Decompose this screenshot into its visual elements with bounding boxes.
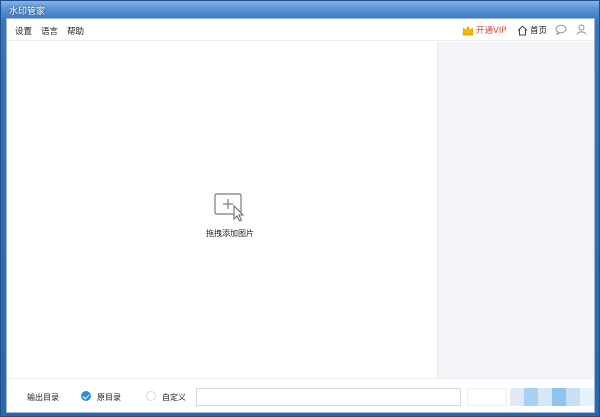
- vip-button[interactable]: 开通VIP: [462, 23, 506, 37]
- title-bar[interactable]: 水印管家: [1, 1, 599, 18]
- output-bar: 输出目录 原目录 自定义: [7, 378, 594, 412]
- add-image-target[interactable]: 拖拽添加图片: [185, 192, 275, 262]
- blurred-region: [510, 388, 594, 406]
- home-icon: [517, 25, 528, 35]
- crown-icon: [462, 25, 474, 35]
- radio-custom-directory-label[interactable]: 自定义: [162, 392, 186, 403]
- home-button[interactable]: 首页: [517, 23, 547, 37]
- add-image-cursor-icon: [214, 193, 245, 222]
- browse-button[interactable]: [467, 388, 507, 406]
- output-directory-label: 输出目录: [27, 393, 59, 402]
- preview-panel: [437, 42, 594, 378]
- radio-source-directory-label[interactable]: 原目录: [97, 392, 121, 403]
- vip-label: 开通VIP: [476, 26, 507, 36]
- chat-bubble-icon[interactable]: [555, 24, 567, 35]
- menu-language[interactable]: 语言: [41, 25, 58, 37]
- user-icon[interactable]: [576, 24, 587, 35]
- menu-settings[interactable]: 设置: [15, 25, 32, 37]
- image-drop-area[interactable]: 拖拽添加图片: [7, 42, 436, 378]
- drop-area-label: 拖拽添加图片: [206, 229, 254, 238]
- menu-help[interactable]: 帮助: [67, 25, 84, 37]
- home-label: 首页: [530, 26, 548, 36]
- window-title: 水印管家: [9, 7, 46, 17]
- app-window: 水印管家 设置 语言 帮助 开通VIP 首页 拖拽添加图片 输出目录 原目录 自…: [0, 0, 600, 417]
- radio-source-directory[interactable]: [81, 391, 91, 401]
- custom-path-input[interactable]: [196, 388, 461, 406]
- menu-bar: 设置 语言 帮助 开通VIP 首页: [7, 19, 594, 41]
- client-area: 设置 语言 帮助 开通VIP 首页 拖拽添加图片 输出目录 原目录 自定义: [6, 18, 595, 413]
- radio-custom-directory[interactable]: [146, 391, 156, 401]
